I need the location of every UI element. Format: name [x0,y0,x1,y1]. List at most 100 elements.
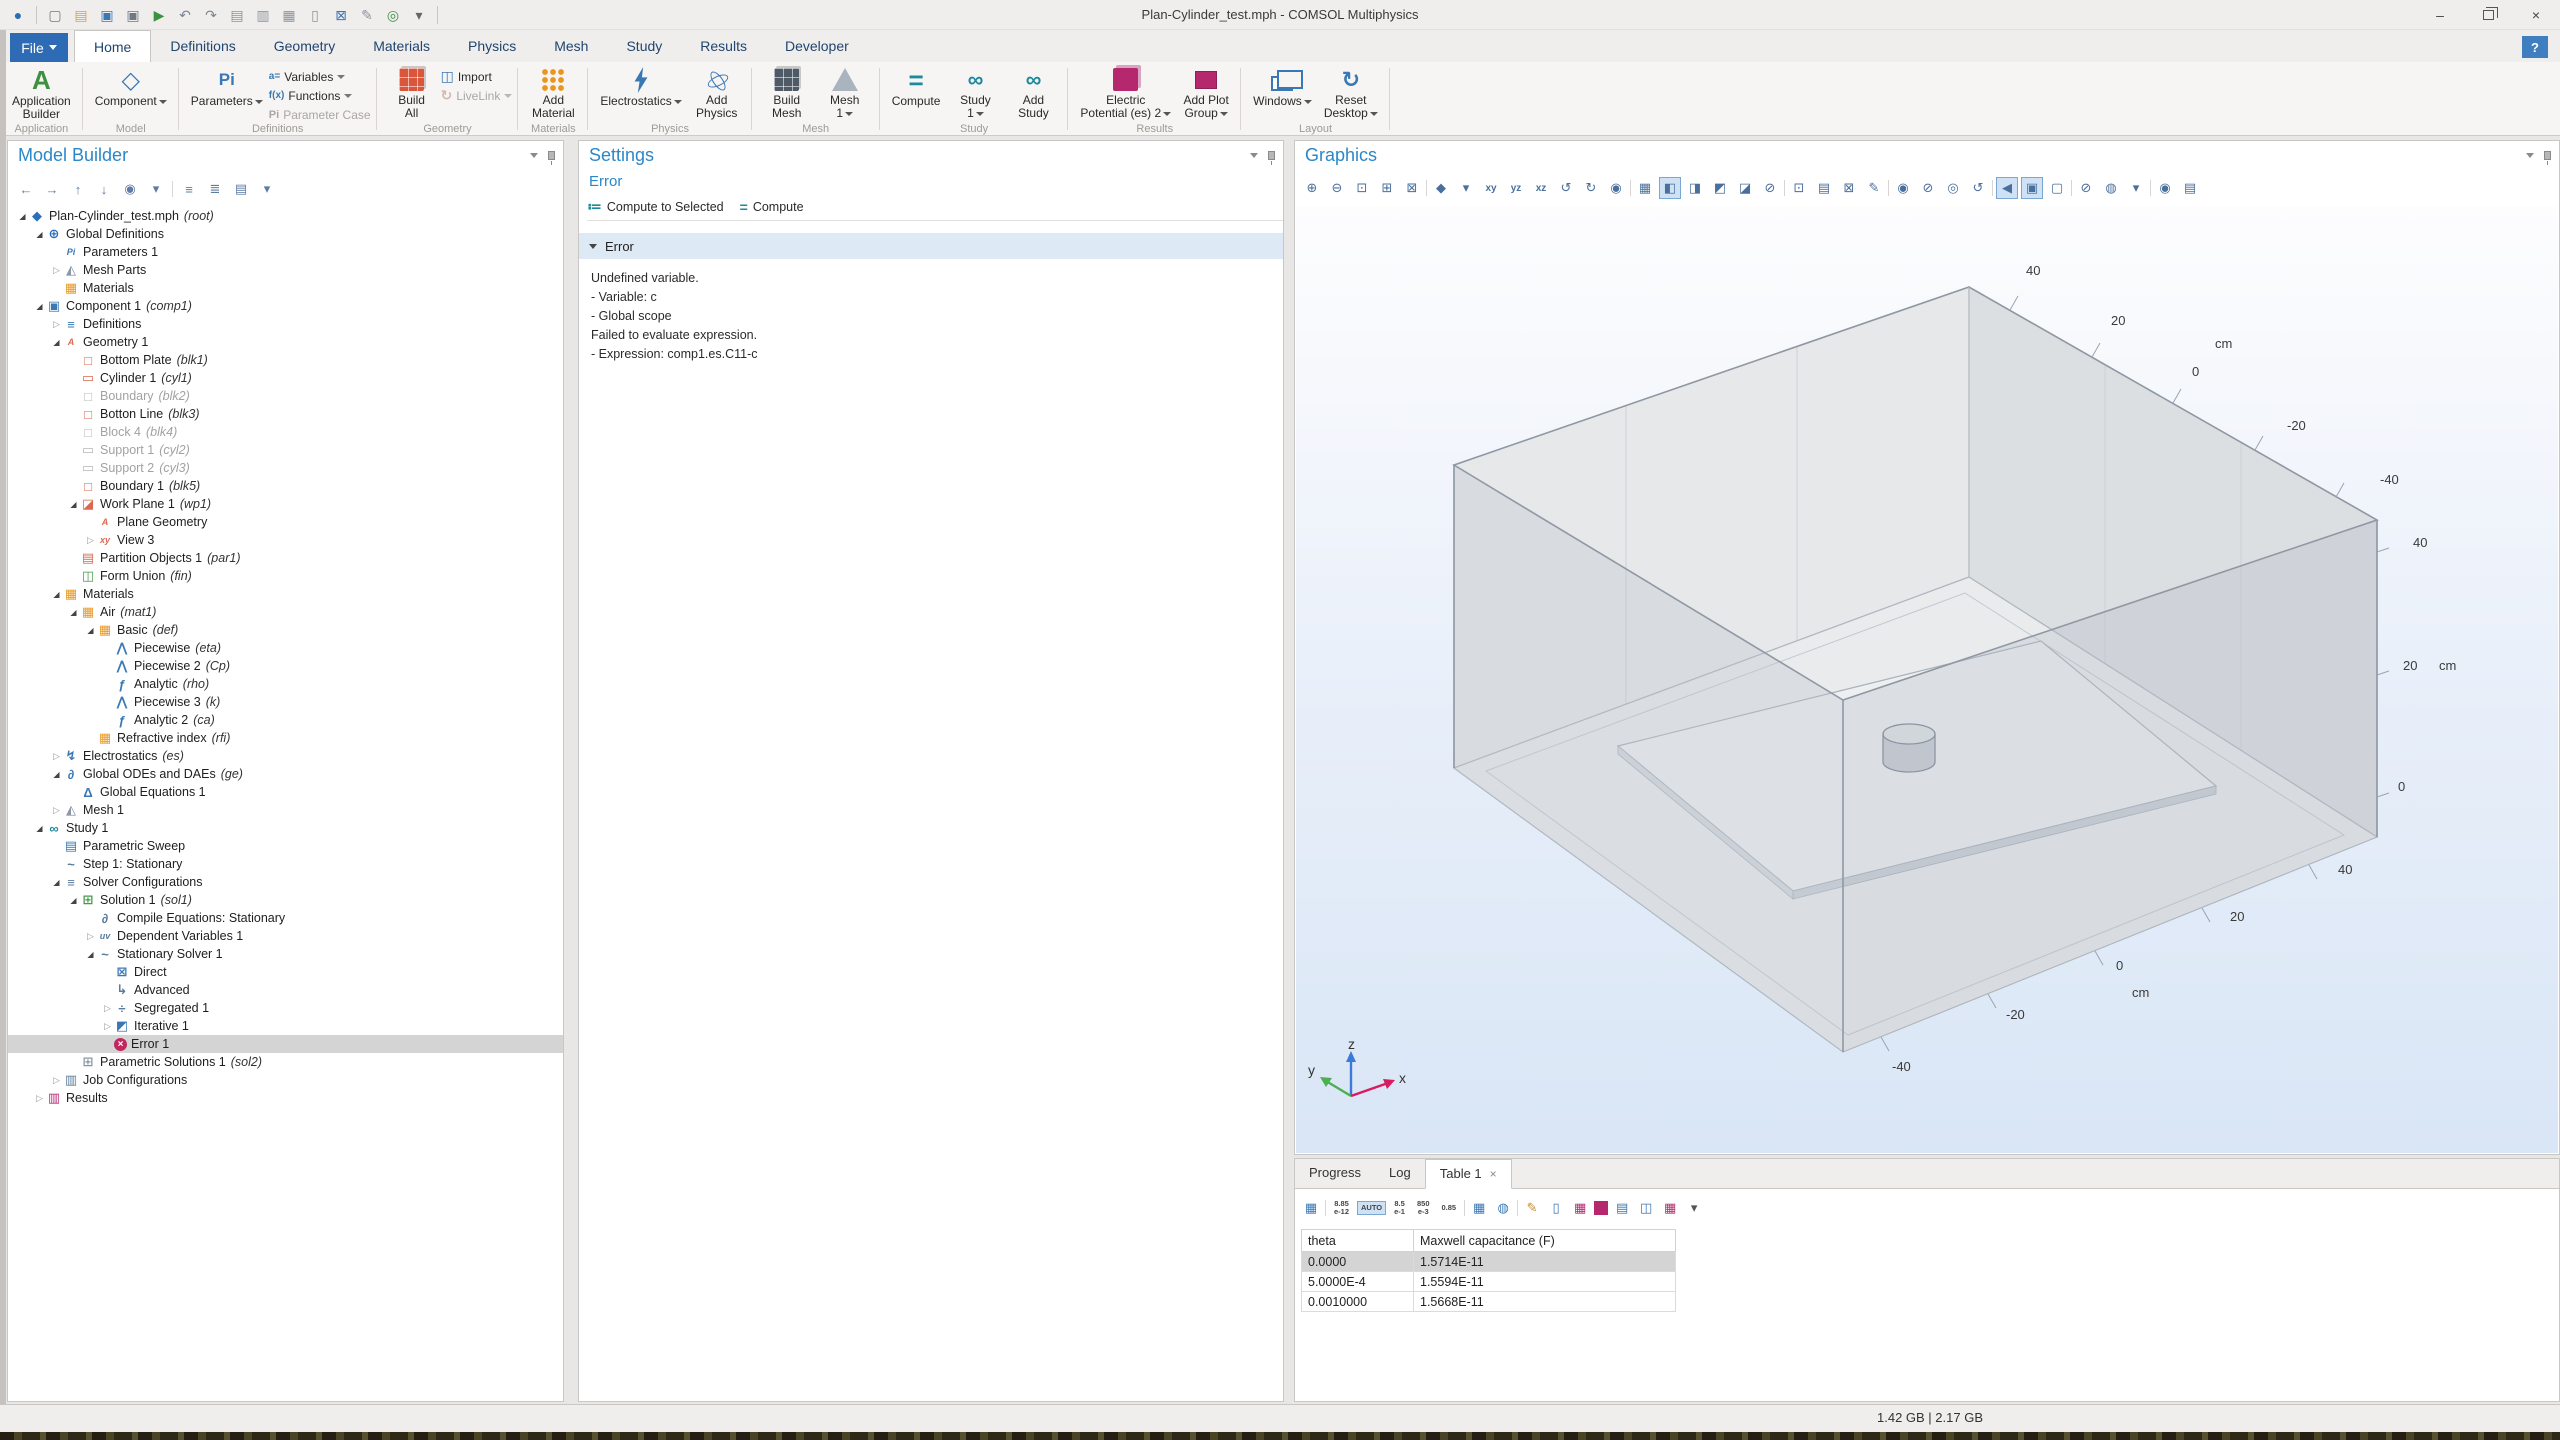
expand-icon[interactable]: ◢ [50,338,63,347]
tree-item-plan-cylinder-test-mph[interactable]: ◢◆Plan-Cylinder_test.mph(root) [8,207,563,225]
zoom-out-icon[interactable]: ⊖ [1326,177,1348,199]
tree-item-solution-1[interactable]: ◢⊞Solution 1(sol1) [8,891,563,909]
color-palette-icon[interactable]: ◍ [2100,177,2122,199]
clip-top-icon[interactable]: ◩ [1709,177,1731,199]
zoom-to-selection-icon[interactable]: ⊠ [1401,177,1423,199]
expand-icon[interactable]: ▷ [50,751,63,762]
tab-geometry[interactable]: Geometry [255,30,354,62]
tree-item-work-plane-1[interactable]: ◢◪Work Plane 1(wp1) [8,495,563,513]
functions-button[interactable]: f(x)Functions [269,87,371,104]
pin-icon[interactable] [548,151,555,160]
tree-item-compile-equations-stationary[interactable]: ∂Compile Equations: Stationary [8,909,563,927]
view-menu-icon[interactable]: ▾ [1455,177,1477,199]
expand-icon[interactable]: ◢ [50,878,63,887]
precision-850e-3-button[interactable]: 850 e-3 [1413,1197,1434,1219]
print-icon[interactable]: ▤ [2179,177,2201,199]
tab-table-1[interactable]: Table 1× [1425,1159,1512,1189]
add-physics-button[interactable]: Add Physics [688,64,746,122]
minimize-button[interactable]: – [2416,0,2464,30]
tree-item-analytic-2[interactable]: ƒAnalytic 2(ca) [8,711,563,729]
clip-bottom-icon[interactable]: ◪ [1734,177,1756,199]
snapshot-camera-icon[interactable]: ◉ [2154,177,2176,199]
tree-item-view-3[interactable]: ▷xyView 3 [8,531,563,549]
tree-item-analytic[interactable]: ƒAnalytic(rho) [8,675,563,693]
tree-item-basic[interactable]: ◢▦Basic(def) [8,621,563,639]
tab-home[interactable]: Home [74,30,151,62]
table-row[interactable]: 5.0000E-41.5594E-11 [1302,1272,1676,1292]
hide-selected-icon[interactable]: ⊘ [1917,177,1939,199]
tree-item-parametric-solutions-1[interactable]: ⊞Parametric Solutions 1(sol2) [8,1053,563,1071]
view-visible-icon[interactable]: ◉ [1892,177,1914,199]
tab-definitions[interactable]: Definitions [151,30,254,62]
precision-8.85e-12-button[interactable]: 8.85 e-12 [1330,1197,1353,1219]
rotate-counterclockwise-icon[interactable]: ↺ [1555,177,1577,199]
expand-icon[interactable]: ◢ [84,626,97,635]
tree-item-support-2[interactable]: ▭Support 2(cyl3) [8,459,563,477]
tree-item-error-1[interactable]: ×Error 1 [8,1035,563,1053]
expand-icon[interactable]: ◢ [33,302,46,311]
column-header[interactable]: theta [1302,1230,1414,1252]
expand-icon[interactable]: ▷ [50,805,63,816]
tree-item-partition-objects-1[interactable]: ▤Partition Objects 1(par1) [8,549,563,567]
compute-button[interactable]: =Compute [886,64,947,122]
expand-icon[interactable]: ◢ [67,608,80,617]
delete-table-icon[interactable]: ▯ [1546,1198,1566,1218]
tree-item-solver-configurations[interactable]: ◢≡Solver Configurations [8,873,563,891]
tree-item-parameters-1[interactable]: PiParameters 1 [8,243,563,261]
expand-icon[interactable]: ◢ [67,500,80,509]
forward-icon[interactable]: → [42,179,62,199]
compute-button[interactable]: =Compute [740,199,804,215]
tab-progress[interactable]: Progress [1295,1158,1375,1188]
graphics-canvas[interactable]: 4020cm0-20-404020cm040200cm-20-40 z y x [1296,207,2558,1153]
view-xz-icon[interactable]: xz [1530,177,1552,199]
table-grid-icon[interactable]: ▦ [1660,1198,1680,1218]
expand-icon[interactable]: ◢ [16,212,29,221]
panel-menu-icon[interactable] [1250,153,1258,158]
zoom-in-icon[interactable]: ⊕ [1301,177,1323,199]
disable-material-color-icon[interactable]: ⊘ [2075,177,2097,199]
table-row[interactable]: 0.00001.5714E-11 [1302,1252,1676,1272]
pin-icon[interactable] [2544,151,2551,160]
tree-item-iterative-1[interactable]: ▷◩Iterative 1 [8,1017,563,1035]
help-button[interactable]: ? [2522,36,2548,58]
tree-item-materials[interactable]: ▦Materials [8,279,563,297]
tree-item-electrostatics[interactable]: ▷↯Electrostatics(es) [8,747,563,765]
tree-item-stationary-solver-1[interactable]: ◢~Stationary Solver 1 [8,945,563,963]
tree-item-piecewise[interactable]: ⋀Piecewise(eta) [8,639,563,657]
environment-icon[interactable]: ▣ [2021,177,2043,199]
tree-item-results[interactable]: ▷▥Results [8,1089,563,1107]
show-icon[interactable]: ◉ [120,179,140,199]
expand-all-icon[interactable]: ≣ [205,179,225,199]
parameters-button[interactable]: PiParameters [185,64,269,122]
tree-item-bottom-plate[interactable]: □Bottom Plate(blk1) [8,351,563,369]
go-to-default-view-icon[interactable]: ◆ [1430,177,1452,199]
close-button[interactable]: × [2512,0,2560,30]
tree-item-direct[interactable]: ⊠Direct [8,963,563,981]
reset-desktop-button[interactable]: ↻Reset Desktop [1318,64,1384,122]
tab-results[interactable]: Results [681,30,766,62]
select-box-icon[interactable]: ⊠ [1838,177,1860,199]
grid-menu-icon[interactable]: ▾ [1684,1198,1704,1218]
export-table-icon[interactable]: ◫ [1636,1198,1656,1218]
tree-menu-icon[interactable]: ▾ [257,179,277,199]
reset-hiding-icon[interactable]: ↺ [1967,177,1989,199]
tree-item-air[interactable]: ◢▦Air(mat1) [8,603,563,621]
tree-item-cylinder-1[interactable]: ▭Cylinder 1(cyl1) [8,369,563,387]
expand-icon[interactable]: ◢ [33,230,46,239]
back-icon[interactable]: ← [16,179,36,199]
tree-item-boundary-1[interactable]: □Boundary 1(blk5) [8,477,563,495]
table-settings-icon[interactable]: ▦ [1301,1198,1321,1218]
no-clip-icon[interactable]: ⊘ [1759,177,1781,199]
tree-item-definitions[interactable]: ▷≡Definitions [8,315,563,333]
plot-table-icon[interactable]: ◍ [1493,1198,1513,1218]
show-front-icon[interactable]: ◧ [1659,177,1681,199]
snapshot-icon[interactable]: ⊡ [1788,177,1810,199]
tab-mesh[interactable]: Mesh [535,30,607,62]
add-study-button[interactable]: ∞Add Study [1004,64,1062,122]
panel-menu-icon[interactable] [530,153,538,158]
copy-table-icon[interactable]: ▤ [1612,1198,1632,1218]
clear-table-icon[interactable]: ✎ [1522,1198,1542,1218]
table-borders-icon[interactable]: ▦ [1570,1198,1590,1218]
expand-icon[interactable]: ▷ [50,319,63,330]
skybox-icon[interactable]: ▢ [2046,177,2068,199]
